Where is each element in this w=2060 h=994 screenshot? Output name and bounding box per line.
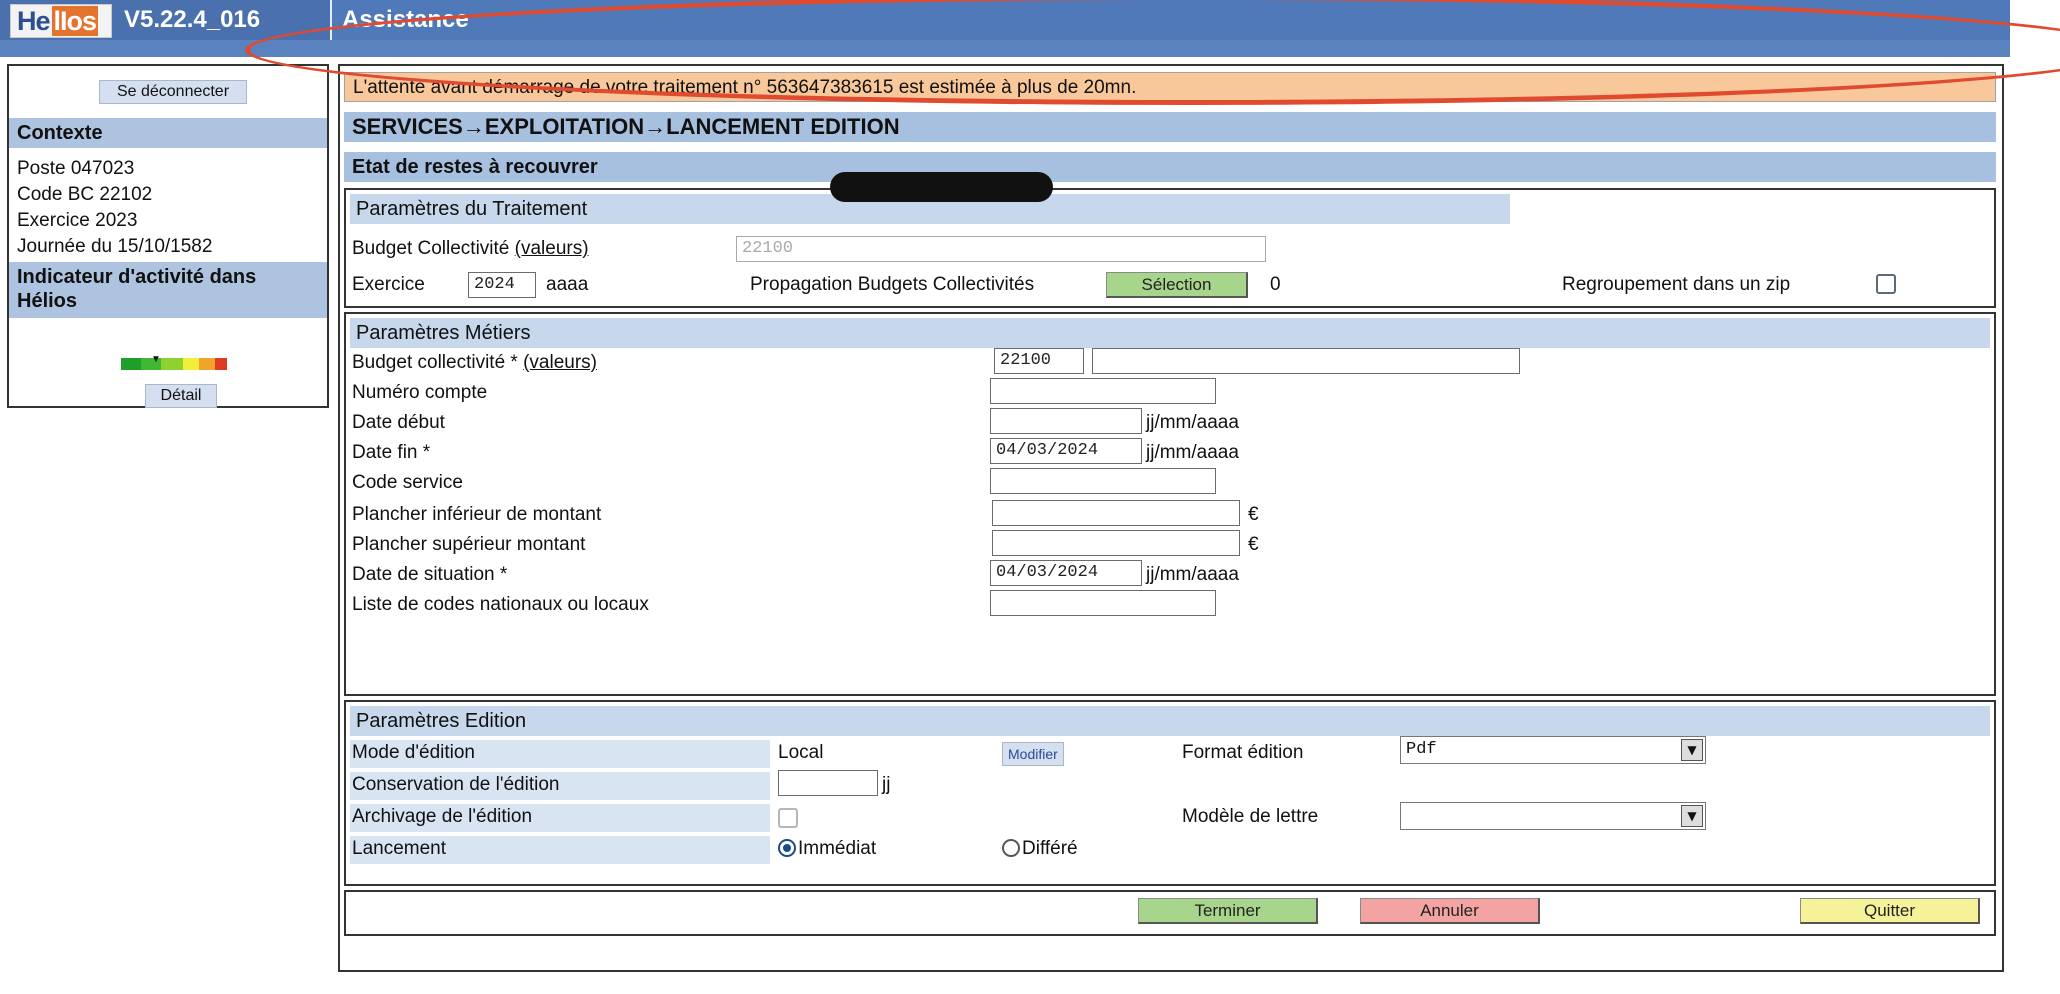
- date-fin-input[interactable]: 04/03/2024: [990, 438, 1142, 464]
- differe-radio[interactable]: [1002, 839, 1020, 857]
- traitement-budget-label: Budget Collectivité (valeurs): [352, 238, 589, 259]
- zip-label: Regroupement dans un zip: [1562, 274, 1791, 295]
- modele-lettre-select[interactable]: ▼: [1400, 802, 1706, 830]
- conservation-label: Conservation de l'édition: [352, 774, 560, 795]
- code-service-label: Code service: [352, 472, 463, 493]
- report-subtitle: Etat de restes à recouvrer: [344, 152, 1996, 182]
- action-panel: Terminer Annuler Quitter: [344, 890, 1996, 936]
- edition-title: Paramètres Edition: [350, 706, 1990, 736]
- date-situation-input[interactable]: 04/03/2024: [990, 560, 1142, 586]
- archivage-label: Archivage de l'édition: [352, 806, 533, 827]
- traitement-exercice-input[interactable]: 2024: [468, 272, 536, 298]
- date-debut-format: jj/mm/aaaa: [1146, 412, 1239, 433]
- date-situation-label: Date de situation *: [352, 564, 508, 585]
- modifier-button[interactable]: Modifier: [1002, 742, 1064, 766]
- dropdown-arrow-icon: ▼: [1681, 805, 1703, 827]
- code-service-input[interactable]: [990, 468, 1216, 494]
- indicator-seg-1: [121, 358, 141, 370]
- traitement-exercice-format: aaaa: [546, 274, 589, 295]
- redaction-mark: [830, 172, 1053, 202]
- metiers-budget-code-input[interactable]: 22100: [994, 348, 1084, 374]
- plancher-sup-label: Plancher supérieur montant: [352, 534, 586, 555]
- traitement-valeurs-link[interactable]: (valeurs): [515, 238, 589, 259]
- main-content: L'attente avant démarrage de votre trait…: [338, 64, 2004, 972]
- format-edition-label: Format édition: [1182, 742, 1304, 763]
- traitement-panel: Paramètres du Traitement Budget Collecti…: [344, 188, 1996, 308]
- indicator-marker-icon: ▼: [151, 354, 161, 365]
- plancher-inf-currency: €: [1248, 504, 1259, 525]
- date-debut-input[interactable]: [990, 408, 1142, 434]
- zip-checkbox[interactable]: [1876, 274, 1896, 294]
- context-exercice: Exercice 2023: [17, 210, 138, 231]
- edition-panel: Paramètres Edition Mode d'édition Local …: [344, 700, 1996, 886]
- indicator-title-line1: Indicateur d'activité dans: [17, 266, 257, 288]
- propagation-label: Propagation Budgets Collectivités: [750, 274, 1035, 295]
- page-title: Assistance: [342, 6, 469, 33]
- context-section-title: Contexte: [9, 118, 327, 148]
- quitter-button[interactable]: Quitter: [1800, 898, 1980, 924]
- mode-edition-value: Local: [778, 742, 824, 763]
- mode-edition-label: Mode d'édition: [352, 742, 475, 763]
- context-journee: Journée du 15/10/1582: [17, 236, 213, 257]
- annuler-button[interactable]: Annuler: [1360, 898, 1540, 924]
- immediat-radio[interactable]: [778, 839, 796, 857]
- metiers-title: Paramètres Métiers: [350, 318, 1990, 348]
- date-situation-format: jj/mm/aaaa: [1146, 564, 1239, 585]
- selection-button[interactable]: Sélection: [1106, 272, 1248, 298]
- detail-button[interactable]: Détail: [145, 384, 217, 408]
- indicator-seg-6: [215, 358, 227, 370]
- metiers-budget-label: Budget collectivité * (valeurs): [352, 352, 598, 373]
- indicator-section-title: Indicateur d'activité dans Hélios: [9, 262, 327, 318]
- indicator-title-line2: Hélios: [17, 290, 78, 312]
- traitement-exercice-label: Exercice: [352, 274, 425, 295]
- helios-logo: He lIos: [10, 4, 112, 38]
- metiers-panel: Paramètres Métiers Budget collectivité *…: [344, 312, 1996, 696]
- selection-count: 0: [1270, 274, 1281, 295]
- indicator-seg-4: [183, 358, 199, 370]
- date-fin-label: Date fin *: [352, 442, 431, 463]
- sidebar: Se déconnecter Contexte Poste 047023 Cod…: [7, 64, 329, 408]
- terminer-button[interactable]: Terminer: [1138, 898, 1318, 924]
- plancher-inf-input[interactable]: [992, 500, 1240, 526]
- conservation-input[interactable]: [778, 770, 878, 796]
- conservation-unit: jj: [882, 774, 891, 795]
- indicator-seg-5: [199, 358, 215, 370]
- date-debut-label: Date début: [352, 412, 445, 433]
- numero-compte-label: Numéro compte: [352, 382, 488, 403]
- archivage-checkbox[interactable]: [778, 808, 798, 828]
- context-poste: Poste 047023: [17, 158, 135, 179]
- format-edition-select[interactable]: Pdf ▼: [1400, 736, 1706, 764]
- lancement-label: Lancement: [352, 838, 447, 859]
- plancher-sup-currency: €: [1248, 534, 1259, 555]
- modele-lettre-label: Modèle de lettre: [1182, 806, 1319, 827]
- breadcrumb: SERVICES→EXPLOITATION→LANCEMENT EDITION: [344, 112, 1996, 142]
- liste-codes-input[interactable]: [990, 590, 1216, 616]
- immediat-label: Immédiat: [798, 838, 877, 859]
- app-version: V5.22.4_016: [124, 6, 261, 33]
- activity-indicator: ▼: [121, 354, 241, 372]
- differe-label: Différé: [1022, 838, 1078, 859]
- numero-compte-input[interactable]: [990, 378, 1216, 404]
- dropdown-arrow-icon: ▼: [1681, 739, 1703, 761]
- top-sub-bar: [0, 40, 2010, 57]
- plancher-sup-input[interactable]: [992, 530, 1240, 556]
- indicator-seg-3: [161, 358, 183, 370]
- plancher-inf-label: Plancher inférieur de montant: [352, 504, 602, 525]
- wait-alert: L'attente avant démarrage de votre trait…: [344, 72, 1996, 102]
- liste-codes-label: Liste de codes nationaux ou locaux: [352, 594, 649, 615]
- metiers-budget-name-input[interactable]: [1092, 348, 1520, 374]
- logout-button[interactable]: Se déconnecter: [99, 80, 247, 104]
- context-code-bc: Code BC 22102: [17, 184, 153, 205]
- traitement-budget-input[interactable]: 22100: [736, 236, 1266, 262]
- metiers-valeurs-link[interactable]: (valeurs): [523, 352, 597, 373]
- date-fin-format: jj/mm/aaaa: [1146, 442, 1239, 463]
